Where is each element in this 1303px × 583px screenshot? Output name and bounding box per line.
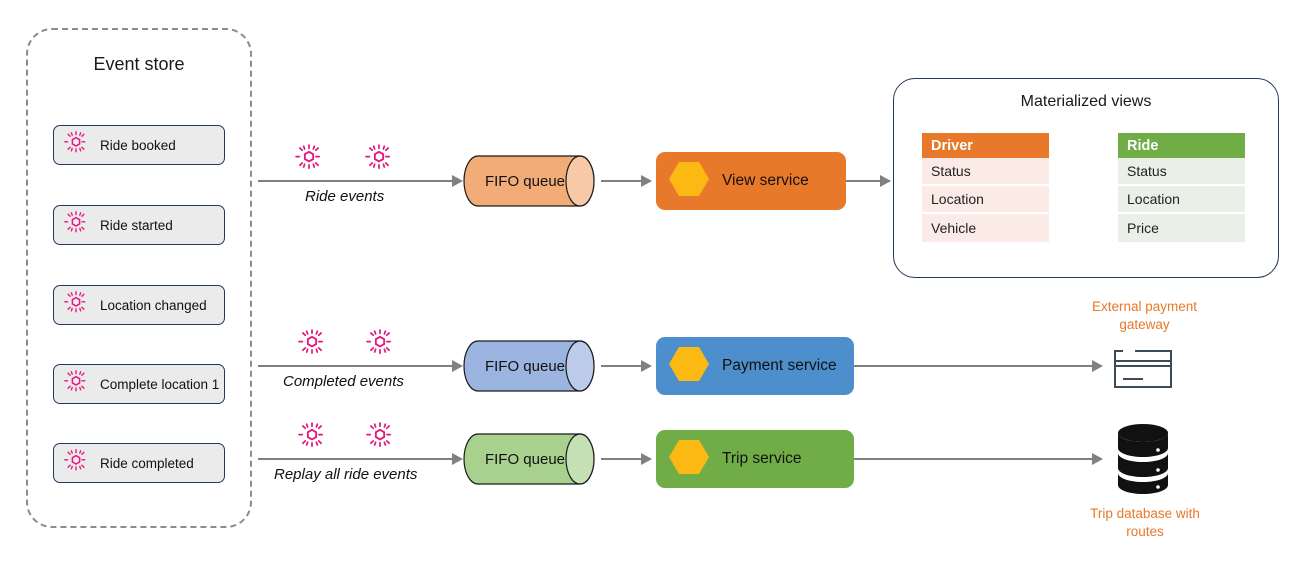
event-store-item[interactable]: Ride completed	[53, 443, 225, 483]
flow-connector-ride-events	[258, 180, 456, 182]
event-store-item-label: Ride booked	[100, 137, 176, 153]
arrow-head-completed-events	[452, 360, 463, 372]
table-cell: Location	[1118, 186, 1245, 214]
arrow-head-queue-to-trip	[641, 453, 652, 465]
service-label: Payment service	[722, 357, 837, 374]
endpoint-caption-trip-database: Trip database with routes	[1090, 506, 1200, 540]
fifo-queue-ride[interactable]: FIFO queue	[463, 155, 601, 207]
flow-label-replay-events: Replay all ride events	[274, 466, 418, 483]
event-burst-icon	[63, 369, 89, 400]
event-store-title: Event store	[93, 54, 185, 74]
event-burst-icon	[365, 328, 395, 363]
flow-connector-payment-to-gateway	[854, 365, 1096, 367]
service-label: Trip service	[722, 450, 802, 467]
event-store-item[interactable]: Ride booked	[53, 125, 225, 165]
hexagon-icon	[668, 345, 710, 388]
event-burst-icon	[294, 143, 324, 178]
fifo-queue-replay[interactable]: FIFO queue	[463, 433, 601, 485]
service-trip[interactable]: Trip service	[656, 430, 854, 488]
flow-connector-replay-events	[258, 458, 456, 460]
credit-card-icon	[1113, 348, 1173, 395]
arrow-head-view-to-views	[880, 175, 891, 187]
event-burst-icon	[63, 130, 89, 161]
service-view[interactable]: View service	[656, 152, 846, 210]
event-store-item-label: Ride started	[100, 217, 173, 233]
event-burst-icon	[297, 421, 327, 456]
flow-connector-completed-events	[258, 365, 456, 367]
event-burst-icon	[365, 421, 395, 456]
hexagon-icon	[668, 160, 710, 203]
event-store-item-label: Ride completed	[100, 455, 194, 471]
arrow-head-queue-to-payment	[641, 360, 652, 372]
table-cell: Status	[922, 158, 1049, 186]
arrow-head-replay-events	[452, 453, 463, 465]
flow-connector-queue-to-trip	[601, 458, 645, 460]
fifo-queue-completed[interactable]: FIFO queue	[463, 340, 601, 392]
table-cell: Price	[1118, 214, 1245, 242]
event-burst-icon	[63, 210, 89, 241]
table-cell: Status	[1118, 158, 1245, 186]
flow-label-completed-events: Completed events	[283, 373, 404, 390]
database-icon	[1113, 422, 1173, 499]
event-store-item[interactable]: Location changed	[53, 285, 225, 325]
event-store-item-label: Complete location 1	[100, 376, 220, 392]
arrow-head-payment-to-gateway	[1092, 360, 1103, 372]
arrow-head-queue-to-view	[641, 175, 652, 187]
materialized-view-table-ride: Ride Status Location Price	[1118, 133, 1245, 242]
table-cell: Location	[922, 186, 1049, 214]
event-store-item[interactable]: Ride started	[53, 205, 225, 245]
arrow-head-ride-events	[452, 175, 463, 187]
table-header-ride: Ride	[1118, 133, 1245, 158]
materialized-views-title: Materialized views	[1020, 93, 1152, 110]
event-store-item-label: Location changed	[100, 297, 207, 313]
event-burst-icon	[297, 328, 327, 363]
flow-label-ride-events: Ride events	[305, 188, 385, 205]
event-burst-icon	[63, 290, 89, 321]
table-header-driver: Driver	[922, 133, 1049, 158]
event-burst-icon	[364, 143, 394, 178]
service-label: View service	[722, 172, 809, 189]
event-store-item[interactable]: Complete location 1	[53, 364, 225, 404]
endpoint-caption-payment-gateway: External payment gateway	[1091, 299, 1198, 333]
flow-connector-queue-to-payment	[601, 365, 645, 367]
table-cell: Vehicle	[922, 214, 1049, 242]
flow-connector-trip-to-database	[854, 458, 1096, 460]
arrow-head-trip-to-database	[1092, 453, 1103, 465]
event-burst-icon	[63, 448, 89, 479]
service-payment[interactable]: Payment service	[656, 337, 854, 395]
materialized-view-table-driver: Driver Status Location Vehicle	[922, 133, 1049, 242]
materialized-views-panel: Materialized views Driver Status Locatio…	[893, 78, 1279, 278]
diagram-canvas: Event store Ride booked Ride started Loc…	[0, 0, 1303, 583]
flow-connector-queue-to-view	[601, 180, 645, 182]
hexagon-icon	[668, 438, 710, 481]
